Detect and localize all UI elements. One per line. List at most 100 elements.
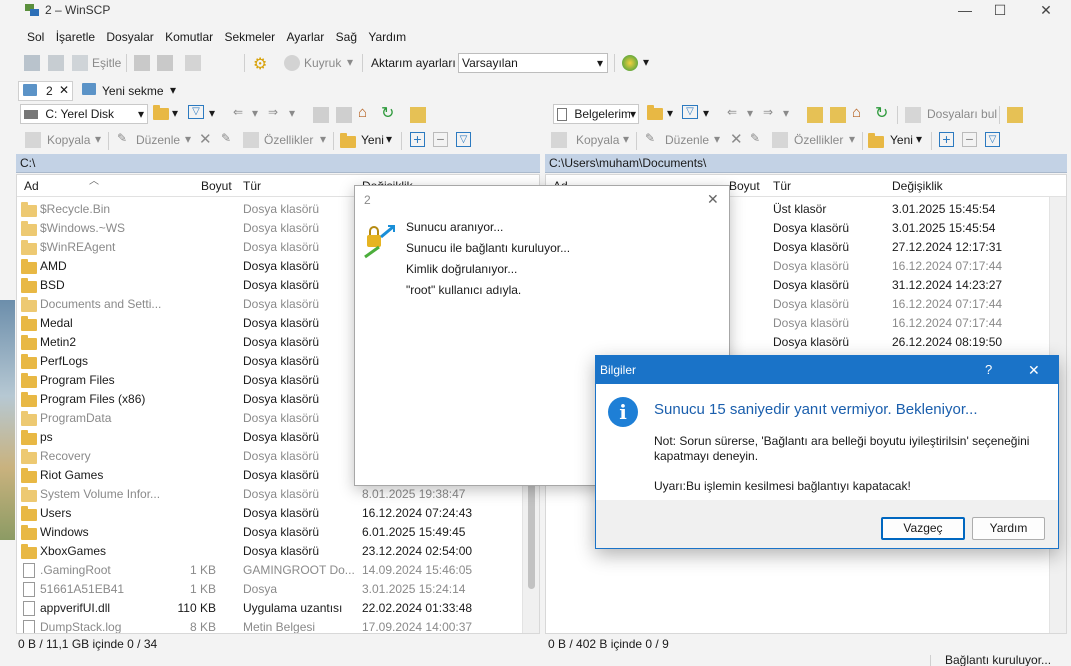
root-dir-icon[interactable] bbox=[336, 107, 352, 123]
rename-icon[interactable]: ✎ bbox=[750, 131, 760, 145]
compare-icon[interactable] bbox=[48, 55, 64, 71]
root-dir-icon[interactable] bbox=[830, 107, 846, 123]
left-col-size[interactable]: Boyut bbox=[201, 179, 232, 193]
table-row[interactable]: Windows Dosya klasörü 6.01.2025 15:49:45 bbox=[17, 523, 522, 542]
forward-icon[interactable]: ⇒ bbox=[268, 105, 278, 119]
delete-icon[interactable]: ✕ bbox=[199, 130, 212, 148]
chevron-down-icon[interactable]: ▾ bbox=[172, 106, 178, 120]
rename-icon[interactable]: ✎ bbox=[221, 131, 231, 145]
delete-icon[interactable]: ✕ bbox=[730, 130, 743, 148]
refresh-icon[interactable]: ↻ bbox=[381, 103, 394, 123]
tab-new[interactable]: Yeni sekme ▾ bbox=[78, 81, 184, 101]
table-row[interactable]: .GamingRoot 1 KB GAMINGROOT Do... 14.09.202… bbox=[17, 561, 522, 580]
filter-icon[interactable]: ▽ bbox=[188, 105, 204, 119]
properties-icon[interactable] bbox=[243, 132, 259, 148]
transfer-settings-select[interactable]: Varsayılan ▾ bbox=[458, 53, 608, 73]
close-button[interactable]: ✕ bbox=[1029, 0, 1063, 22]
forward-icon[interactable]: ⇒ bbox=[763, 105, 773, 119]
chevron-down-icon[interactable]: ▾ bbox=[747, 106, 753, 120]
back-icon[interactable]: ⇐ bbox=[233, 105, 243, 119]
maximize-button[interactable]: ☐ bbox=[983, 0, 1017, 22]
menu-options[interactable]: Ayarlar bbox=[284, 28, 328, 46]
sync-browse-dropdown-icon[interactable]: ▾ bbox=[643, 55, 649, 69]
chevron-down-icon[interactable]: ▾ bbox=[849, 132, 855, 146]
menu-files[interactable]: Dosyalar bbox=[103, 28, 156, 46]
connecting-dialog-close-icon[interactable]: ✕ bbox=[707, 191, 719, 208]
filter-icon[interactable]: ▽ bbox=[682, 105, 698, 119]
new-folder-icon[interactable] bbox=[868, 133, 884, 148]
table-row[interactable]: System Volume Infor... Dosya klasörü 8.01.… bbox=[17, 485, 522, 504]
chevron-down-icon[interactable]: ▾ bbox=[703, 106, 709, 120]
find-files-icon[interactable] bbox=[905, 107, 921, 123]
left-drive-select[interactable]: C: Yerel Disk ▾ bbox=[20, 104, 148, 124]
left-path-bar[interactable]: C:\ bbox=[16, 154, 540, 173]
refresh-icon[interactable]: ↻ bbox=[875, 103, 888, 123]
tab-close-icon[interactable]: ✕ bbox=[59, 83, 69, 97]
help-icon[interactable]: ? bbox=[985, 356, 992, 384]
new-folder-icon[interactable] bbox=[340, 133, 356, 148]
left-col-name[interactable]: Ad bbox=[24, 179, 39, 193]
bookmarks-icon[interactable] bbox=[410, 107, 426, 123]
right-folder-select[interactable]: Belgelerim ▾ bbox=[553, 104, 639, 124]
copy-icon[interactable] bbox=[25, 132, 41, 148]
chevron-down-icon[interactable]: ▾ bbox=[623, 132, 629, 146]
home-icon[interactable]: ⌂ bbox=[358, 104, 367, 121]
filter-select-icon[interactable]: ▽ bbox=[985, 132, 1000, 147]
menu-commands[interactable]: Komutlar bbox=[162, 28, 216, 46]
open-folder-icon[interactable] bbox=[153, 105, 169, 120]
bookmarks-icon[interactable] bbox=[1007, 107, 1023, 123]
right-path-bar[interactable]: C:\Users\muham\Documents\ bbox=[545, 154, 1067, 173]
properties-icon[interactable] bbox=[772, 132, 788, 148]
copy-icon[interactable] bbox=[551, 132, 567, 148]
find-files-button[interactable]: Dosyaları bul bbox=[927, 107, 997, 121]
console-icon[interactable] bbox=[157, 55, 173, 71]
local-panel-icon[interactable] bbox=[24, 55, 40, 71]
left-edit-button[interactable]: Düzenle bbox=[136, 133, 180, 147]
sync-button[interactable]: Eşitle bbox=[92, 56, 121, 70]
right-copy-button[interactable]: Kopyala bbox=[576, 133, 619, 147]
cancel-button[interactable]: Vazgeç bbox=[881, 517, 965, 540]
open-folder-icon[interactable] bbox=[647, 105, 663, 120]
menu-left[interactable]: Sol bbox=[24, 28, 47, 46]
left-properties-button[interactable]: Özellikler bbox=[264, 133, 313, 147]
menu-right[interactable]: Sağ bbox=[333, 28, 360, 46]
table-row[interactable]: DumpStack.log 8 KB Metin Belgesi 17.09.2024… bbox=[17, 618, 522, 633]
right-col-changed[interactable]: Değişiklik bbox=[892, 179, 943, 193]
select-all-icon[interactable]: + bbox=[939, 132, 954, 147]
chevron-down-icon[interactable]: ▾ bbox=[320, 132, 326, 146]
right-properties-button[interactable]: Özellikler bbox=[794, 133, 843, 147]
tab-session[interactable]: 2 ✕ bbox=[18, 81, 73, 101]
unselect-all-icon[interactable]: − bbox=[962, 132, 977, 147]
chevron-down-icon[interactable]: ▾ bbox=[783, 106, 789, 120]
info-dialog-close-icon[interactable]: ✕ bbox=[1028, 356, 1040, 384]
chevron-down-icon[interactable]: ▾ bbox=[252, 106, 258, 120]
left-col-type[interactable]: Tür bbox=[243, 179, 261, 193]
unselect-all-icon[interactable]: − bbox=[433, 132, 448, 147]
right-col-size[interactable]: Boyut bbox=[729, 179, 760, 193]
chevron-down-icon[interactable]: ▾ bbox=[667, 106, 673, 120]
table-row[interactable]: XboxGames Dosya klasörü 23.12.2024 02:54:0… bbox=[17, 542, 522, 561]
sync-browse-icon[interactable] bbox=[622, 55, 638, 71]
edit-icon[interactable]: ✎ bbox=[117, 131, 127, 145]
right-new-button[interactable]: Yeni bbox=[890, 133, 913, 147]
table-row[interactable]: 51661A51EB41 1 KB Dosya 3.01.2025 15:24:14 bbox=[17, 580, 522, 599]
table-row[interactable]: Users Dosya klasörü 16.12.2024 07:24:43 bbox=[17, 504, 522, 523]
queue-button[interactable]: Kuyruk bbox=[304, 56, 341, 70]
menu-tabs[interactable]: Sekmeler bbox=[221, 28, 278, 46]
gear-icon[interactable]: ⚙ bbox=[253, 54, 267, 74]
parent-dir-icon[interactable] bbox=[807, 107, 823, 123]
table-row[interactable]: appverifUI.dll 110 KB Uygulama uzantısı 22.… bbox=[17, 599, 522, 618]
select-all-icon[interactable]: + bbox=[410, 132, 425, 147]
back-icon[interactable]: ⇐ bbox=[727, 105, 737, 119]
menu-mark[interactable]: İşaretle bbox=[53, 28, 98, 46]
chevron-down-icon[interactable]: ▾ bbox=[386, 132, 392, 146]
queue-dropdown-icon[interactable]: ▾ bbox=[347, 55, 353, 69]
right-edit-button[interactable]: Düzenle bbox=[665, 133, 709, 147]
chevron-down-icon[interactable]: ▾ bbox=[916, 132, 922, 146]
edit-icon[interactable]: ✎ bbox=[645, 131, 655, 145]
chevron-down-icon[interactable]: ▾ bbox=[185, 132, 191, 146]
chevron-down-icon[interactable]: ▾ bbox=[289, 106, 295, 120]
putty-icon[interactable] bbox=[185, 55, 201, 71]
right-col-type[interactable]: Tür bbox=[773, 179, 791, 193]
terminal-icon[interactable] bbox=[134, 55, 150, 71]
